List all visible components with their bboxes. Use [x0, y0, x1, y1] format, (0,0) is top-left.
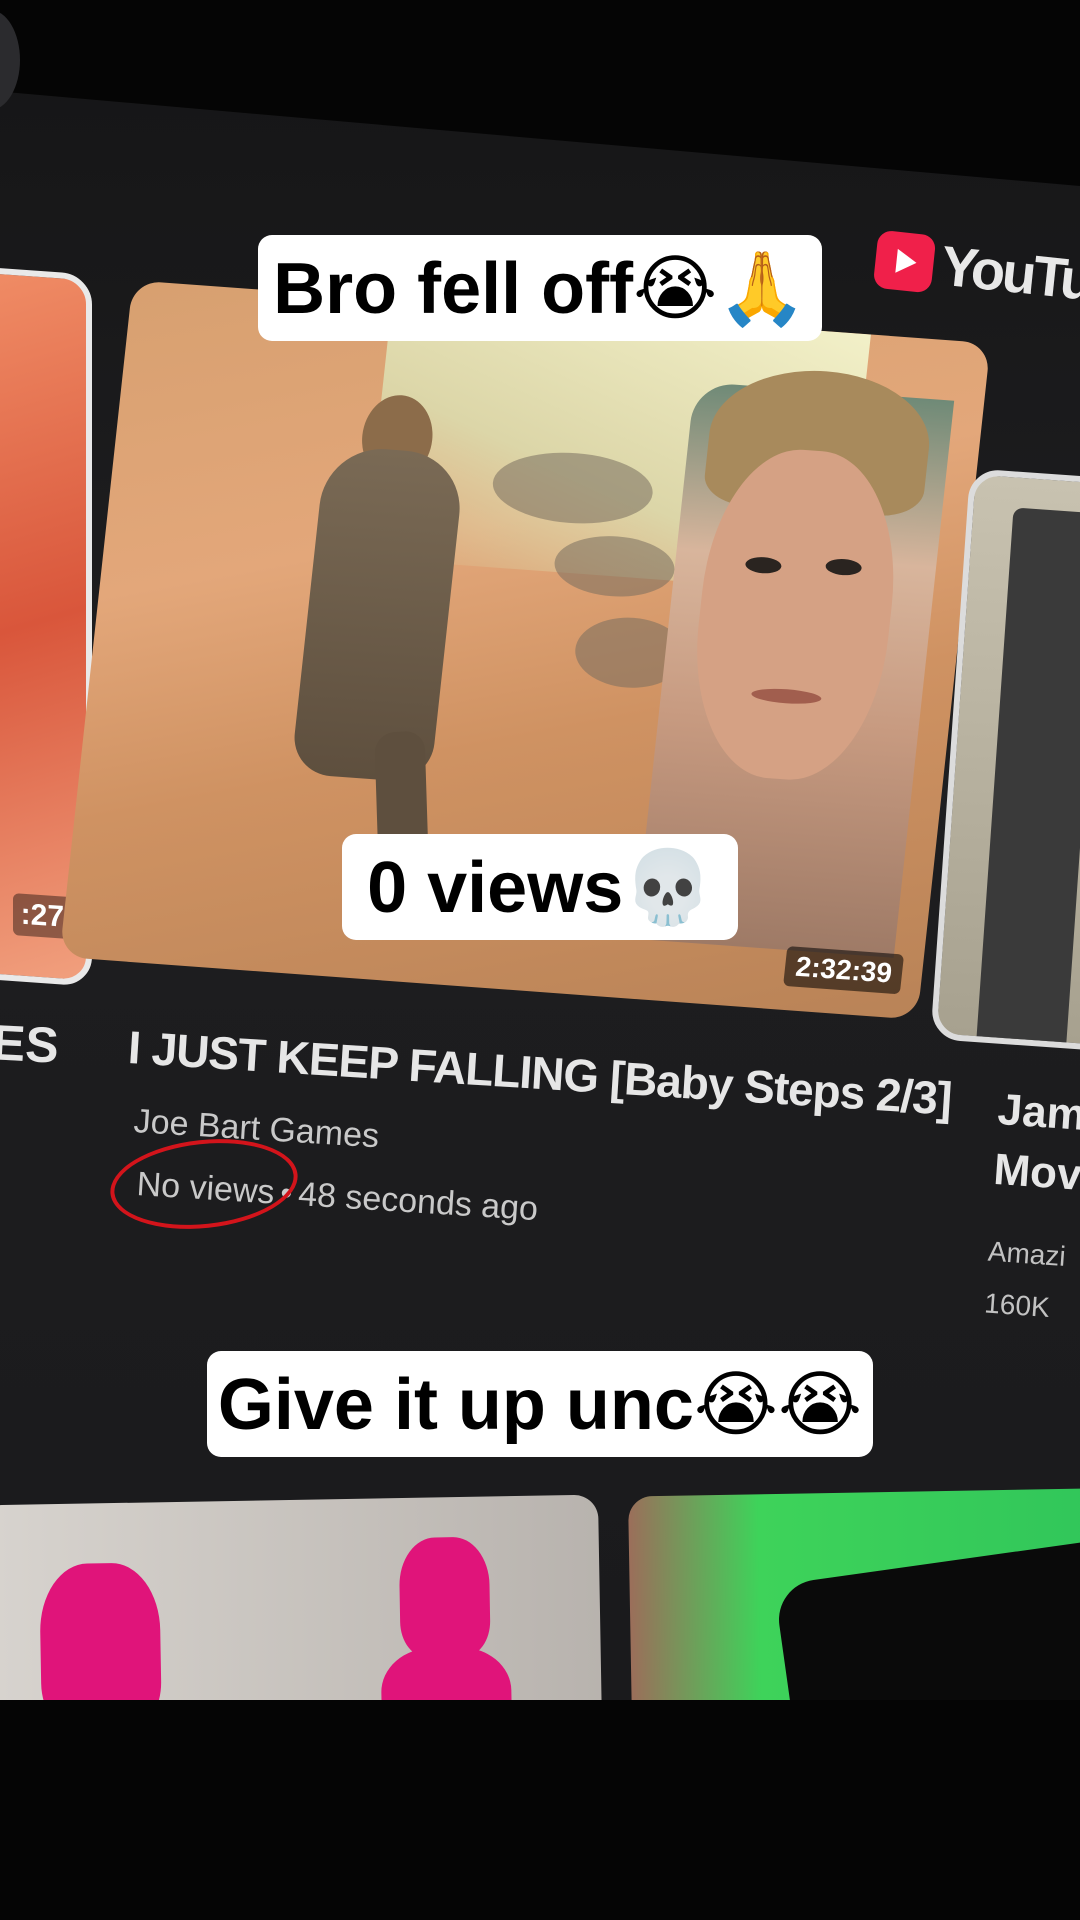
spiderman-figure [39, 1562, 163, 1710]
right-views: 160K [983, 1287, 1051, 1323]
tv-bezel [0, 0, 1080, 192]
youtube-wordmark: YouTube [938, 233, 1080, 319]
caption-middle: 0 views💀 [342, 834, 738, 940]
video-thumbnail-bottom-left[interactable] [0, 1494, 602, 1710]
right-title-line1[interactable]: Jame [996, 1080, 1080, 1148]
right-channel: Amazi [986, 1235, 1067, 1272]
caption-top: Bro fell off😭🙏 [258, 235, 822, 341]
duration-badge: 2:32:39 [783, 946, 905, 995]
youtube-play-icon [872, 229, 937, 293]
left-video-title-fragment: ES [0, 1014, 61, 1074]
right-title-line2[interactable]: Movi [992, 1140, 1080, 1208]
caption-bottom: Give it up unc😭😭 [207, 1351, 873, 1457]
right-video-info: Jame Movi Amazi 160K [983, 1080, 1080, 1337]
character-body [290, 444, 466, 784]
thumbnail-stripe [975, 507, 1080, 1053]
spiderman-head [398, 1536, 491, 1659]
tv-bottom-edge [0, 1700, 1080, 1920]
youtube-logo: YouTube [872, 226, 1080, 320]
upload-age: 48 seconds ago [297, 1175, 540, 1229]
